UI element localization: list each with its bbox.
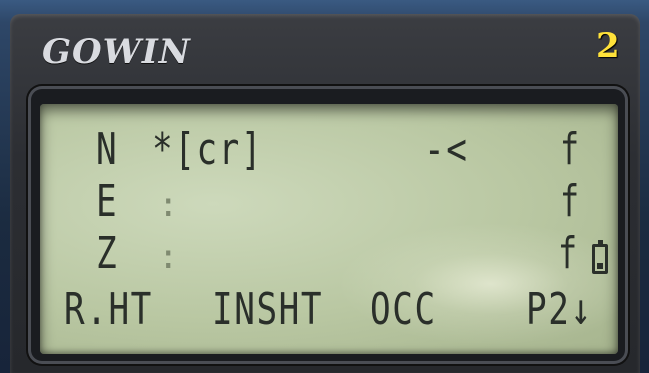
- page-indicator: 2: [596, 26, 620, 66]
- brand-logo: GOWIN: [42, 32, 191, 72]
- battery-level: [597, 263, 603, 269]
- row-separator-z: :: [158, 237, 179, 277]
- unit-n: f: [560, 124, 580, 175]
- device-panel: GOWIN 2 N *[cr] -< f E : f Z : f R.HT IN…: [0, 0, 649, 373]
- softkey-r-ht[interactable]: R.HT: [64, 288, 153, 332]
- row-label-e: E: [96, 176, 119, 227]
- softkey-insht[interactable]: INSHT: [212, 288, 323, 332]
- row-value-n: *[cr]: [152, 124, 264, 175]
- row-label-n: N: [96, 124, 119, 175]
- softkey-page-down[interactable]: P2↓: [526, 288, 593, 332]
- softkey-occ[interactable]: OCC: [370, 288, 437, 332]
- row-label-z: Z: [96, 228, 119, 279]
- unit-e: f: [560, 176, 580, 227]
- row-separator-e: :: [158, 185, 179, 225]
- unit-z: f: [558, 228, 578, 279]
- battery-icon: [592, 240, 608, 274]
- direction-indicator: -<: [424, 124, 469, 175]
- lcd-screen: N *[cr] -< f E : f Z : f R.HT INSHT OCC …: [40, 104, 618, 354]
